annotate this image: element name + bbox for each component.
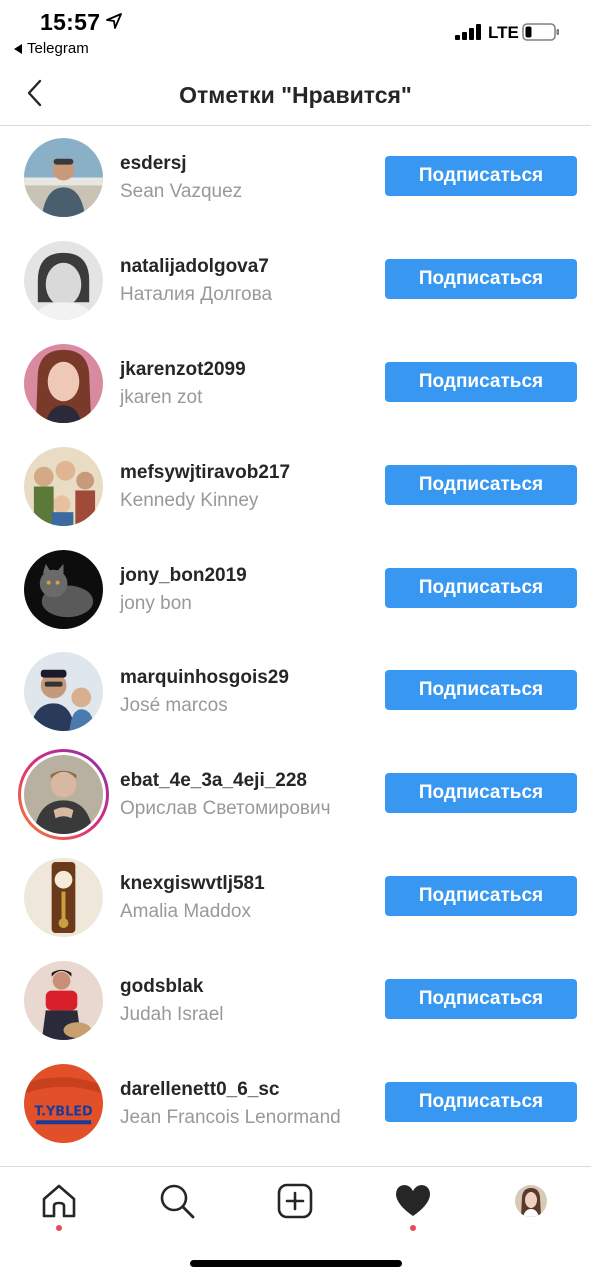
- tab-activity[interactable]: [393, 1181, 433, 1231]
- avatar[interactable]: [24, 343, 103, 423]
- search-icon: [160, 1184, 195, 1219]
- notification-dot: [56, 1225, 62, 1231]
- tab-profile[interactable]: [515, 1185, 547, 1217]
- follow-button[interactable]: Подписаться: [385, 361, 577, 402]
- list-item: godsblak Judah Israel Подписаться: [0, 950, 591, 1053]
- follow-button[interactable]: Подписаться: [385, 258, 577, 299]
- avatar[interactable]: [24, 446, 103, 526]
- add-post-icon: [277, 1183, 313, 1219]
- status-time: 15:57: [40, 9, 101, 35]
- full-name: Sean Vazquez: [120, 181, 243, 202]
- avatar-photo: [24, 858, 103, 938]
- username[interactable]: darellenett0_6_sc: [120, 1079, 280, 1101]
- username[interactable]: ebat_4e_3a_4eji_228: [120, 770, 307, 792]
- full-name: jony bon: [120, 592, 192, 614]
- full-name: Kennedy Kinney: [120, 489, 259, 511]
- avatar[interactable]: [24, 138, 103, 217]
- notification-dot: [410, 1225, 416, 1231]
- list-item: ebat_4e_3a_4eji_228 Орислав Светомирович…: [0, 744, 591, 847]
- list-item: marquinhosgois29 José marcos Подписаться: [0, 641, 591, 744]
- username[interactable]: natalijadolgova7: [120, 256, 269, 278]
- follow-button[interactable]: Подписаться: [385, 464, 577, 505]
- avatar-photo: [24, 343, 103, 423]
- page-title: Отметки "Нравится": [179, 82, 412, 108]
- full-name: José marcos: [120, 695, 228, 717]
- cellular-signal-icon: [455, 24, 481, 40]
- tab-home[interactable]: [39, 1181, 79, 1231]
- list-item: knexgiswvtlj581 Amalia Maddox Подписатьс…: [0, 847, 591, 950]
- list-item: mefsywjtiravob217 Kennedy Kinney Подписа…: [0, 436, 591, 539]
- avatar-photo: [24, 240, 103, 320]
- avatar[interactable]: T.YBLED: [24, 1064, 103, 1144]
- follow-button[interactable]: Подписаться: [385, 670, 577, 711]
- back-to-app-link[interactable]: Telegram: [14, 40, 89, 57]
- home-icon: [42, 1184, 76, 1218]
- avatar-photo: [24, 652, 103, 732]
- full-name: Jean Francois Lenormand: [120, 1107, 341, 1129]
- follow-button[interactable]: Подписаться: [385, 1082, 577, 1123]
- follow-button[interactable]: Подписаться: [385, 876, 577, 917]
- activity-heart-icon: [396, 1185, 430, 1216]
- avatar-photo: [24, 549, 103, 629]
- full-name: Judah Israel: [120, 1004, 224, 1026]
- avatar[interactable]: [24, 858, 103, 938]
- list-item: T.YBLED darellenett0_6_sc Jean Francois …: [0, 1053, 591, 1156]
- avatar[interactable]: [24, 961, 103, 1041]
- full-name: Орислав Светомирович: [120, 798, 331, 820]
- full-name: Наталия Долгова: [120, 283, 273, 305]
- tab-new-post[interactable]: [275, 1181, 315, 1221]
- avatar-photo: T.YBLED: [24, 1064, 103, 1144]
- follow-button[interactable]: Подписаться: [385, 156, 577, 196]
- back-triangle-icon: [14, 43, 22, 54]
- page-header: Отметки "Нравится": [0, 64, 591, 126]
- full-name: Amalia Maddox: [120, 901, 251, 923]
- likes-list: esdersj Sean Vazquez Подписаться natalij…: [0, 127, 591, 1156]
- battery-icon: [522, 23, 559, 41]
- avatar-with-story-ring[interactable]: [18, 749, 109, 841]
- username[interactable]: knexgiswvtlj581: [120, 873, 265, 895]
- avatar-photo: [24, 446, 103, 526]
- avatar-photo: [24, 755, 103, 835]
- tab-search[interactable]: [157, 1181, 197, 1221]
- home-indicator[interactable]: [190, 1260, 402, 1267]
- username[interactable]: godsblak: [120, 976, 203, 998]
- username[interactable]: marquinhosgois29: [120, 667, 289, 689]
- list-item: natalijadolgova7 Наталия Долгова Подписа…: [0, 230, 591, 333]
- location-arrow-icon: [106, 13, 122, 29]
- list-item: esdersj Sean Vazquez Подписаться: [0, 127, 591, 230]
- network-type: LTE: [488, 23, 519, 42]
- avatar[interactable]: [24, 240, 103, 320]
- status-bar: 15:57 Telegram LTE: [0, 0, 591, 64]
- full-name: jkaren zot: [120, 386, 203, 408]
- avatar-photo: [24, 961, 103, 1041]
- avatar[interactable]: [24, 549, 103, 629]
- avatar[interactable]: [24, 652, 103, 732]
- avatar-logo-text: T.YBLED: [34, 1104, 92, 1119]
- follow-button[interactable]: Подписаться: [385, 979, 577, 1020]
- follow-button[interactable]: Подписаться: [385, 567, 577, 608]
- avatar-photo: [24, 138, 103, 217]
- profile-avatar: [515, 1185, 547, 1217]
- username[interactable]: mefsywjtiravob217: [120, 462, 290, 484]
- list-item: jony_bon2019 jony bon Подписаться: [0, 539, 591, 642]
- username[interactable]: jkarenzot2099: [120, 359, 246, 381]
- back-app-label: Telegram: [27, 40, 89, 57]
- list-item: jkarenzot2099 jkaren zot Подписаться: [0, 333, 591, 436]
- username[interactable]: esdersj: [120, 153, 187, 175]
- follow-button[interactable]: Подписаться: [385, 773, 577, 814]
- username[interactable]: jony_bon2019: [120, 565, 247, 587]
